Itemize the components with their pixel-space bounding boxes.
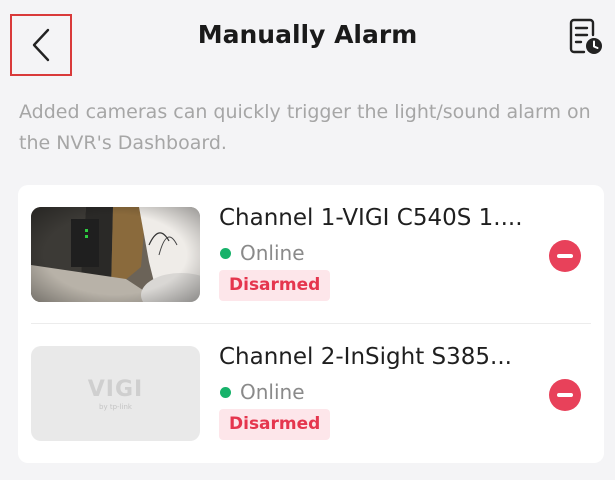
camera-thumbnail — [31, 207, 200, 302]
page-title: Manually Alarm — [197, 20, 418, 49]
remove-camera-button[interactable] — [549, 240, 581, 272]
alarm-log-button[interactable] — [566, 17, 606, 57]
vigi-logo: VIGI — [87, 376, 144, 402]
minus-icon — [557, 254, 573, 258]
document-clock-icon — [569, 18, 602, 54]
camera-thumbnail-placeholder: VIGI by tp-link — [31, 346, 200, 441]
header: Manually Alarm — [0, 0, 615, 80]
camera-row[interactable]: Channel 1-VIGI C540S 1.... Online Disarm… — [18, 185, 604, 324]
disarmed-badge: Disarmed — [219, 409, 331, 440]
online-dot-icon — [220, 247, 231, 259]
online-dot-icon — [220, 386, 231, 398]
status-label: Online — [240, 380, 305, 404]
camera-name: Channel 2-InSight S385... — [219, 344, 512, 370]
vigi-logo-sub: by tp-link — [99, 402, 132, 411]
camera-name: Channel 1-VIGI C540S 1.... — [219, 205, 523, 231]
status-label: Online — [240, 241, 305, 265]
camera-list: Channel 1-VIGI C540S 1.... Online Disarm… — [18, 185, 604, 463]
camera-status: Online — [220, 380, 305, 404]
remove-camera-button[interactable] — [549, 379, 581, 411]
description-text: Added cameras can quickly trigger the li… — [19, 101, 591, 154]
camera-status: Online — [220, 241, 305, 265]
disarmed-badge: Disarmed — [219, 270, 331, 301]
minus-icon — [557, 393, 573, 397]
camera-row[interactable]: VIGI by tp-link Channel 2-InSight S385..… — [18, 324, 604, 463]
